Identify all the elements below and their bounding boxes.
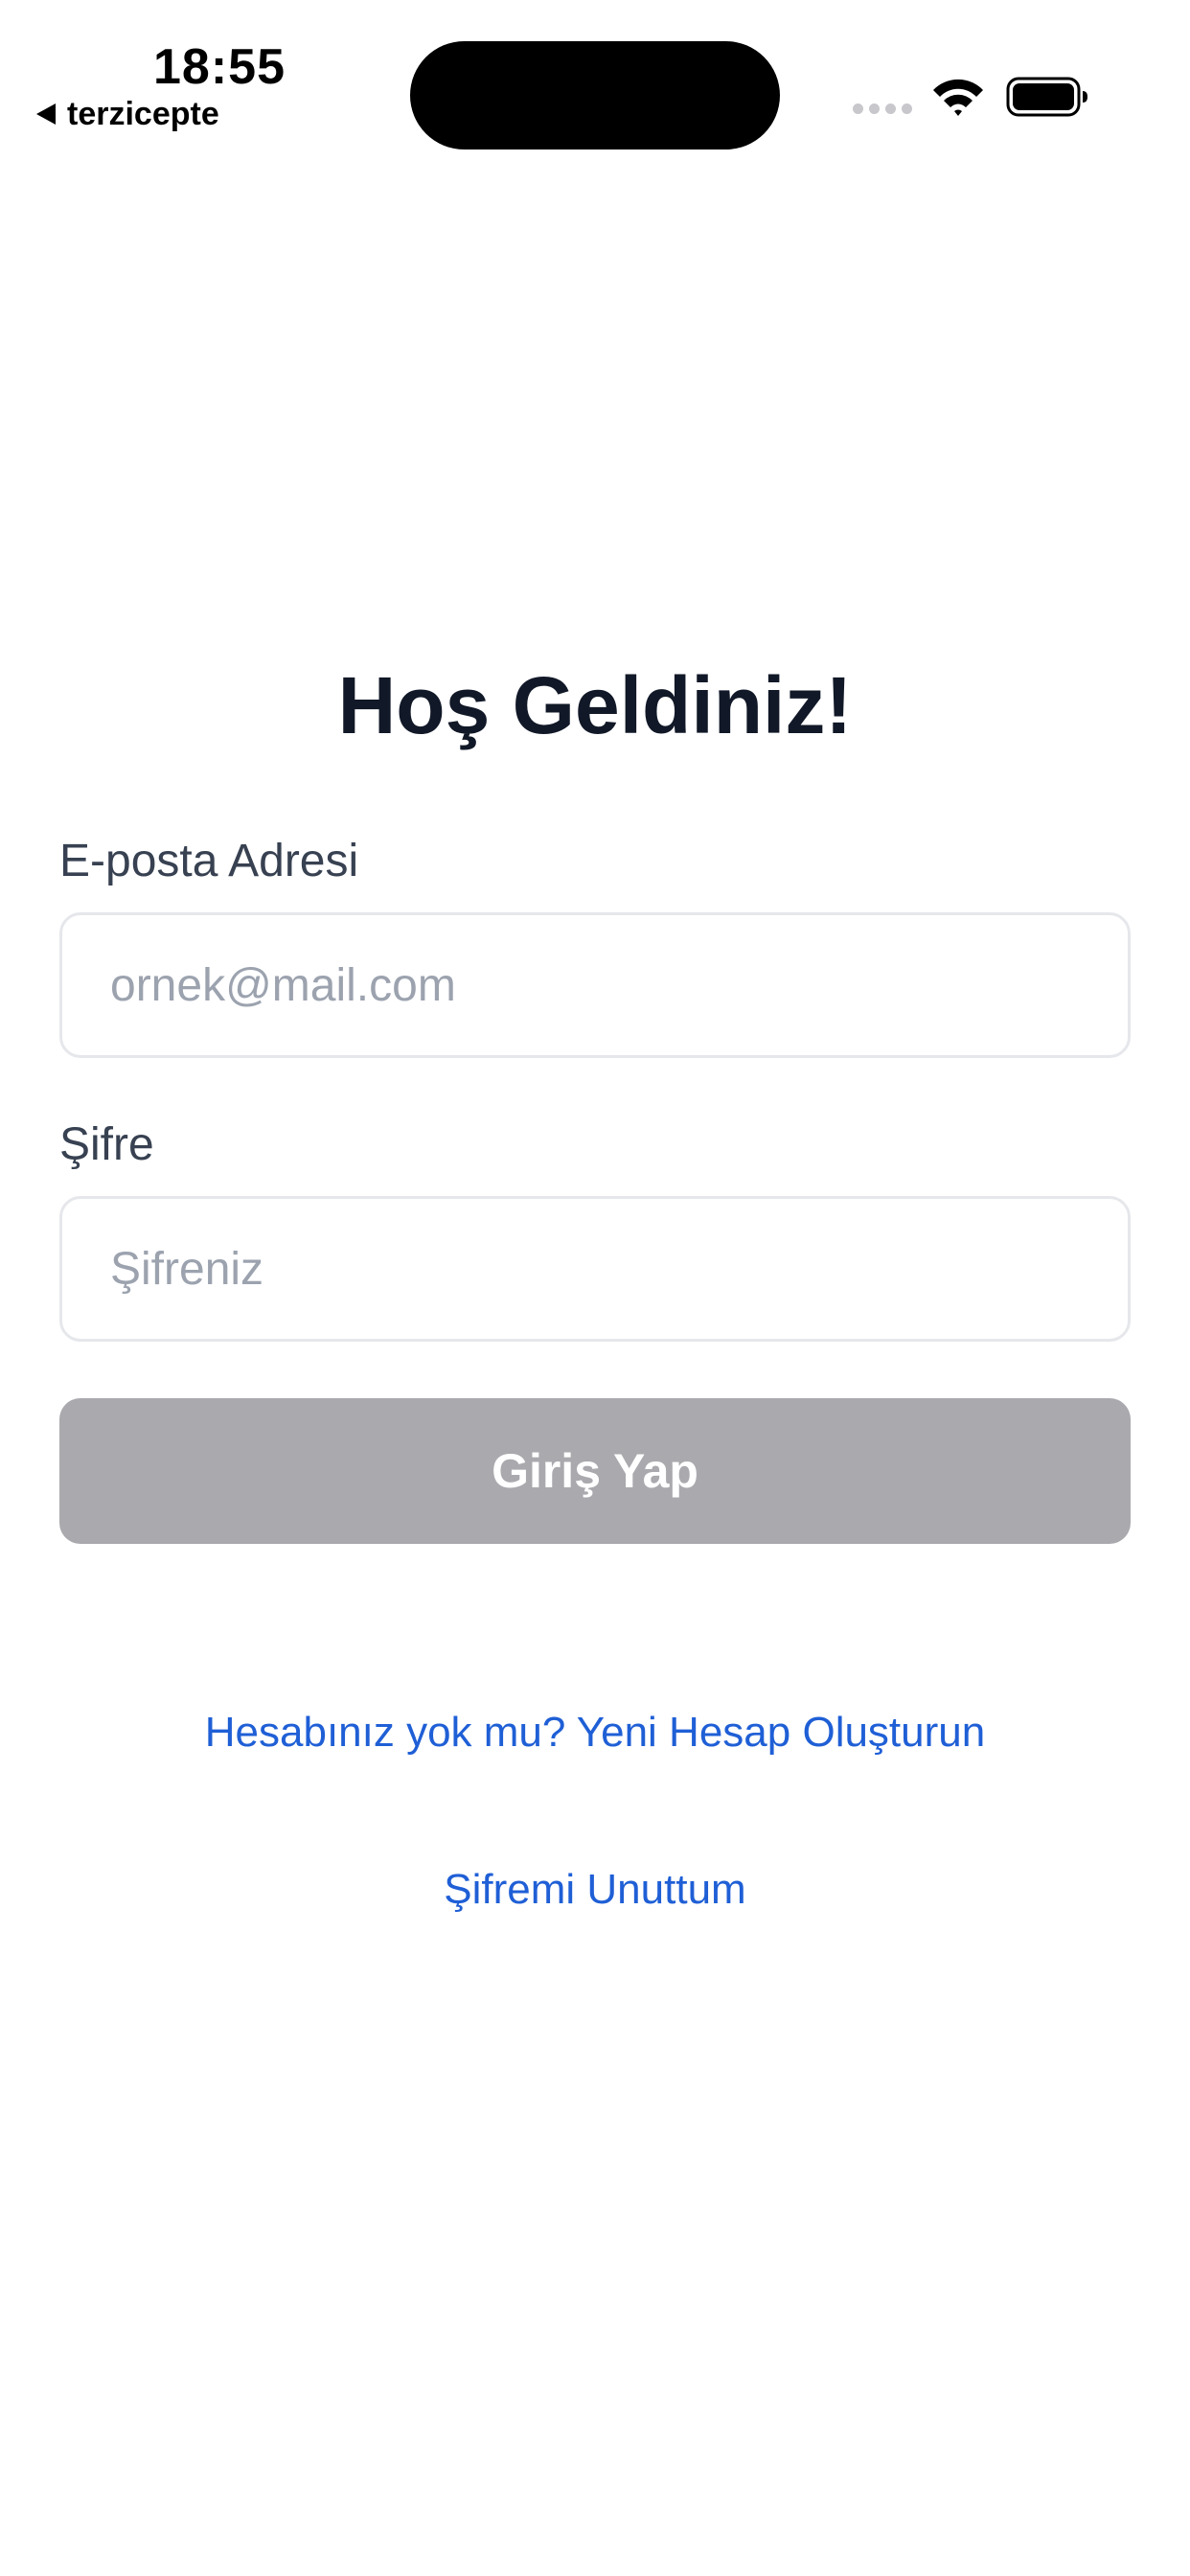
email-input[interactable] — [59, 912, 1131, 1058]
login-button[interactable]: Giriş Yap — [59, 1398, 1131, 1544]
back-to-app-button[interactable]: terzicepte — [36, 98, 219, 130]
create-account-link[interactable]: Hesabınız yok mu? Yeni Hesap Oluşturun — [59, 1712, 1131, 1754]
signal-dot — [902, 104, 912, 114]
signal-icon — [853, 104, 912, 114]
forgot-password-link[interactable]: Şifremi Unuttum — [59, 1869, 1131, 1911]
status-bar: 18:55 terzicepte — [0, 0, 1190, 163]
page-title: Hoş Geldiniz! — [337, 660, 853, 750]
signal-dot — [853, 104, 863, 114]
signal-dot — [869, 104, 880, 114]
signal-dot — [885, 104, 896, 114]
battery-icon — [1006, 77, 1087, 117]
password-label: Şifre — [59, 1119, 154, 1170]
status-time: 18:55 — [153, 39, 286, 95]
email-label: E-posta Adresi — [59, 836, 359, 886]
wifi-icon — [933, 79, 983, 116]
password-input[interactable] — [59, 1196, 1131, 1342]
dynamic-island — [410, 41, 780, 150]
back-app-label: terzicepte — [67, 96, 219, 132]
back-triangle-icon — [36, 104, 56, 125]
